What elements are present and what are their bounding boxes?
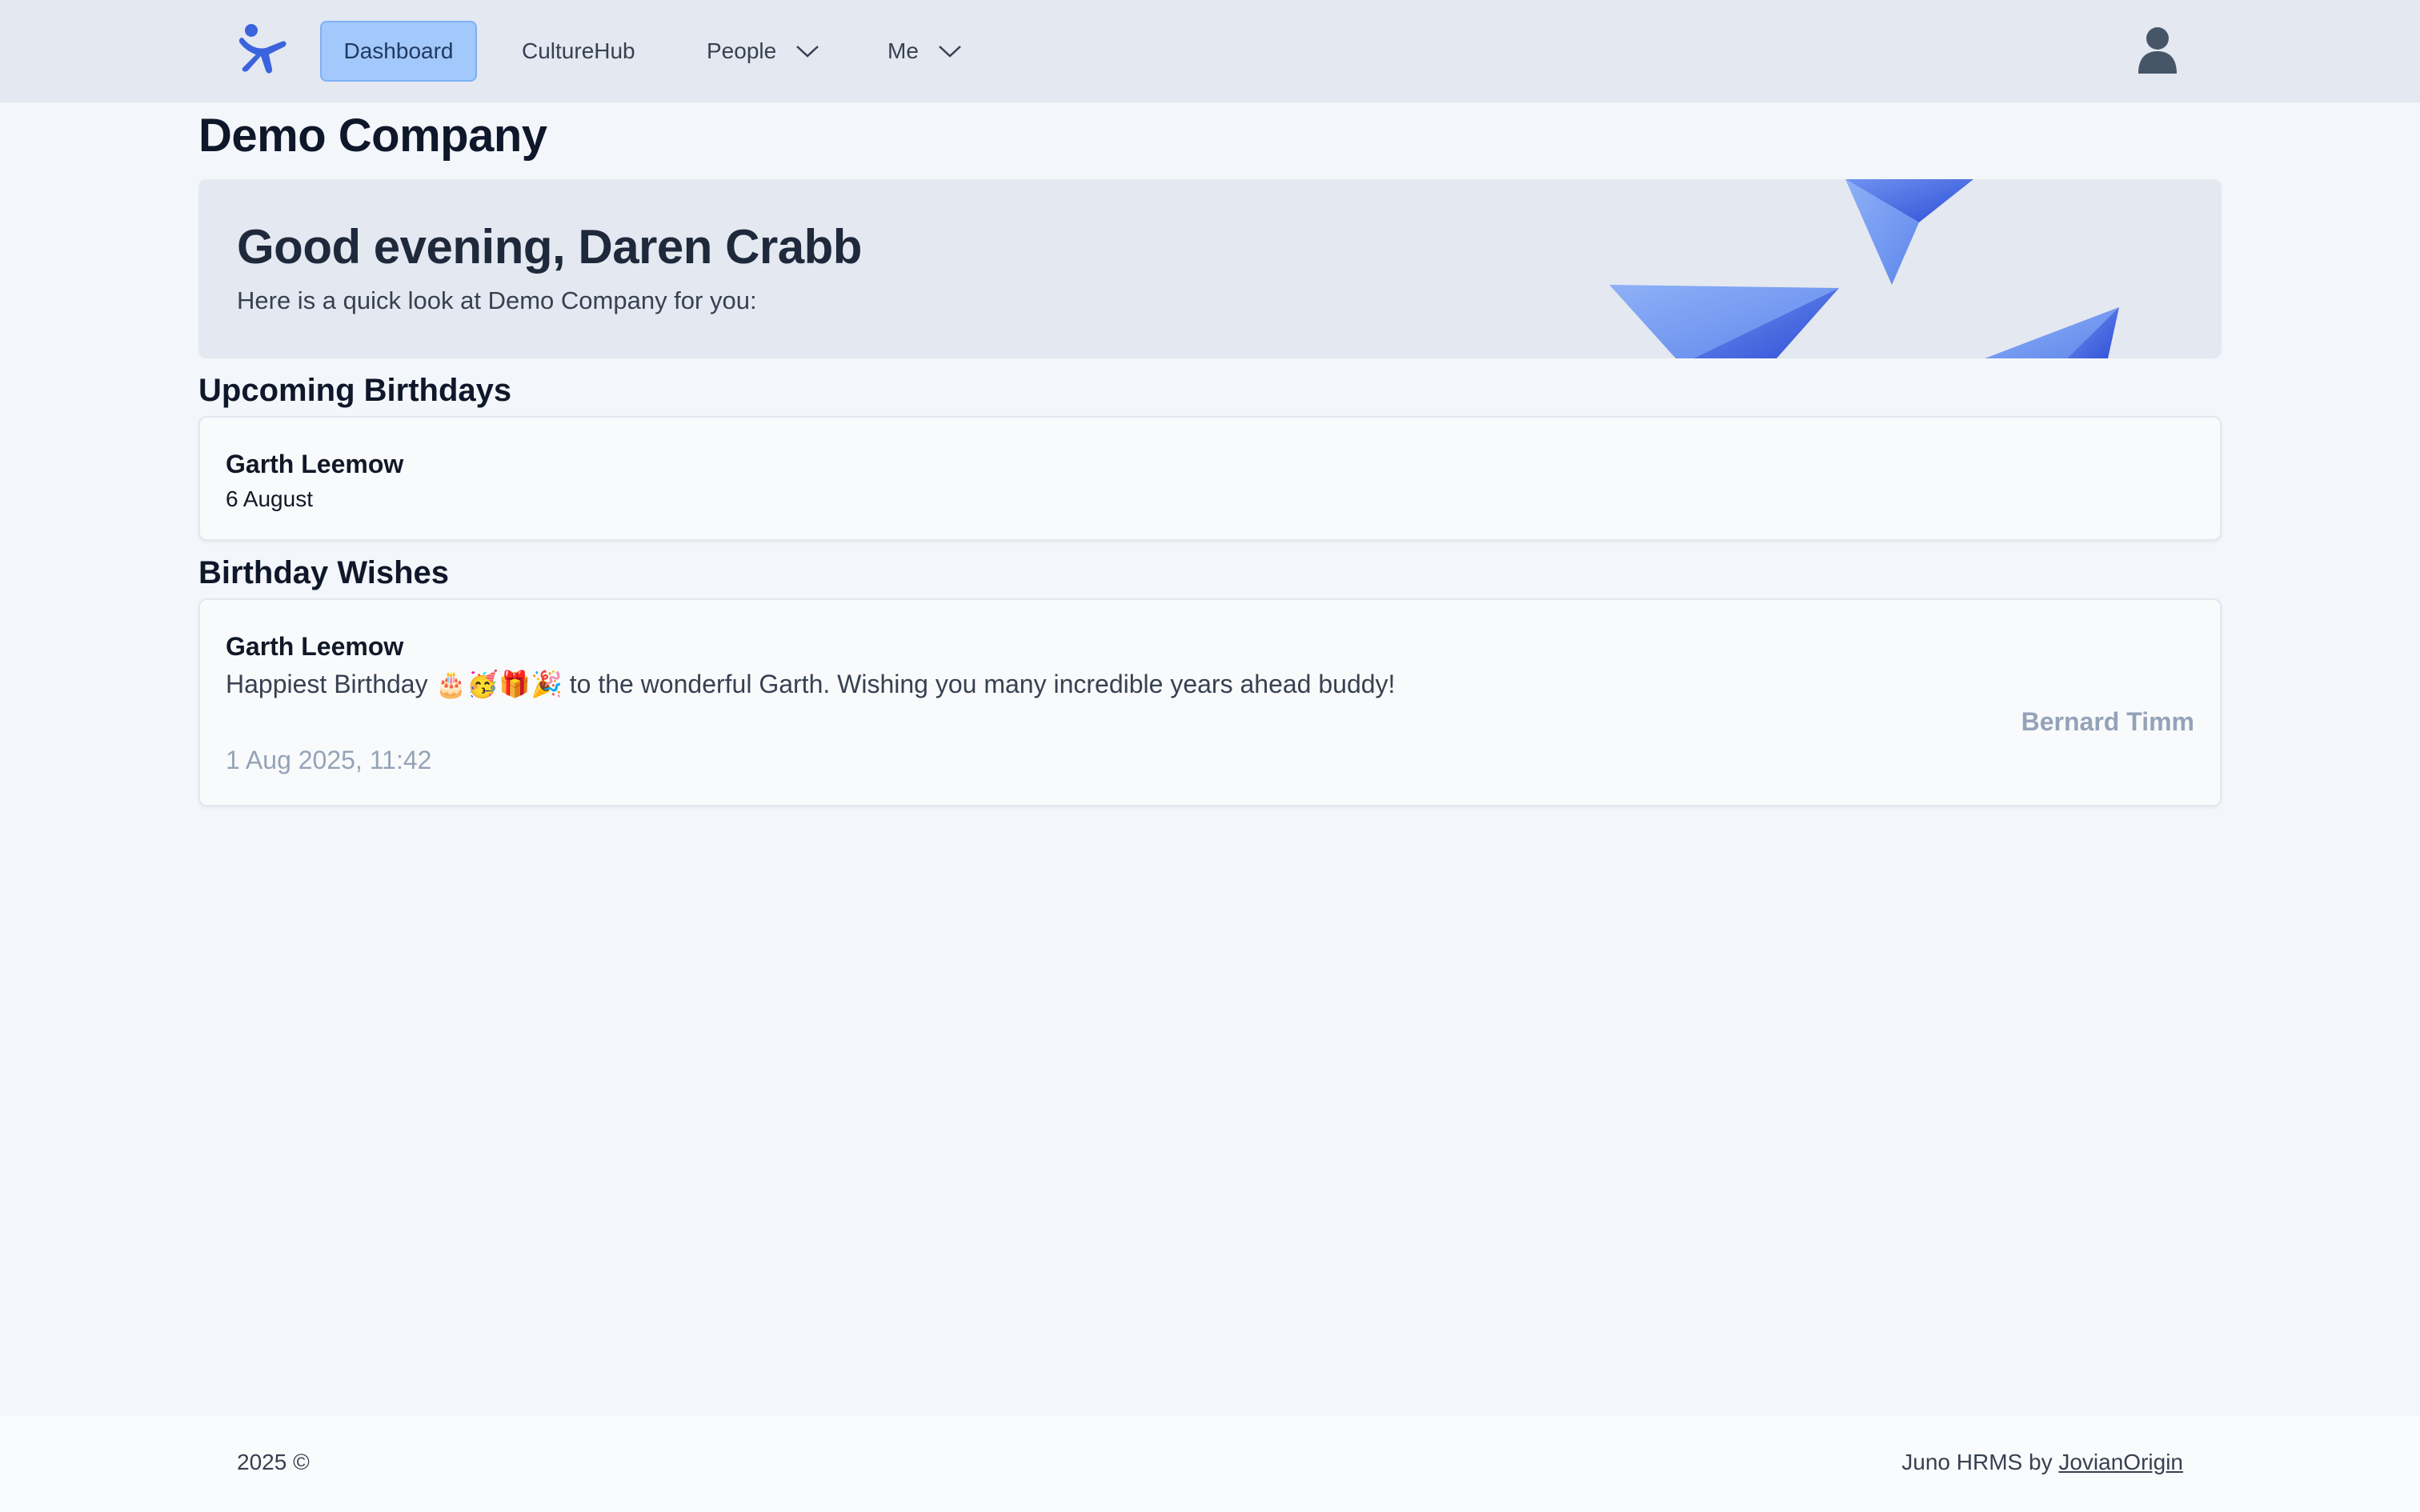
wish-card: Garth Leemow Happiest Birthday 🎂🥳🎁🎉 to t… — [198, 598, 2222, 806]
birthday-wishes-heading: Birthday Wishes — [198, 555, 450, 590]
nav-me-dropdown[interactable]: Me — [887, 21, 962, 82]
nav-dashboard[interactable]: Dashboard — [320, 21, 477, 82]
greeting-banner: Good evening, Daren Crabb Here is a quic… — [198, 179, 2222, 358]
nav-people-dropdown[interactable]: People — [707, 21, 819, 82]
birthday-date: 6 August — [226, 486, 313, 511]
nav-me-label: Me — [887, 38, 919, 63]
birthday-card: Garth Leemow 6 August — [198, 416, 2222, 541]
greeting-heading: Good evening, Daren Crabb — [237, 220, 862, 274]
birthday-person-name: Garth Leemow — [226, 450, 404, 478]
wish-message: Happiest Birthday 🎂🥳🎁🎉 to the wonderful … — [226, 670, 1396, 698]
footer-copyright: 2025 © — [237, 1450, 310, 1474]
page-footer: 2025 © Juno HRMS by JovianOrigin — [0, 1416, 2420, 1512]
wish-recipient-name: Garth Leemow — [226, 632, 404, 661]
page-title: Demo Company — [198, 110, 547, 162]
upcoming-birthdays-heading: Upcoming Birthdays — [198, 373, 512, 408]
juno-logo-icon[interactable] — [237, 24, 288, 77]
footer-credit: Juno HRMS by JovianOrigin — [1901, 1450, 2183, 1475]
nav-culturehub-label: CultureHub — [522, 38, 635, 63]
user-avatar-icon[interactable] — [2135, 26, 2180, 74]
nav-dashboard-label: Dashboard — [343, 38, 454, 63]
chevron-down-icon — [939, 46, 961, 58]
top-navbar: Dashboard CultureHub People Me — [0, 0, 2420, 102]
wish-author: Bernard Timm — [2021, 707, 2194, 736]
chevron-down-icon — [796, 46, 819, 58]
jovianorigin-link[interactable]: JovianOrigin — [2058, 1450, 2183, 1474]
nav-culturehub[interactable]: CultureHub — [522, 21, 635, 82]
wish-timestamp: 1 Aug 2025, 11:42 — [226, 746, 432, 774]
footer-credit-text: Juno HRMS by — [1901, 1450, 2059, 1474]
greeting-subtitle: Here is a quick look at Demo Company for… — [237, 286, 757, 314]
nav-people-label: People — [707, 38, 777, 63]
